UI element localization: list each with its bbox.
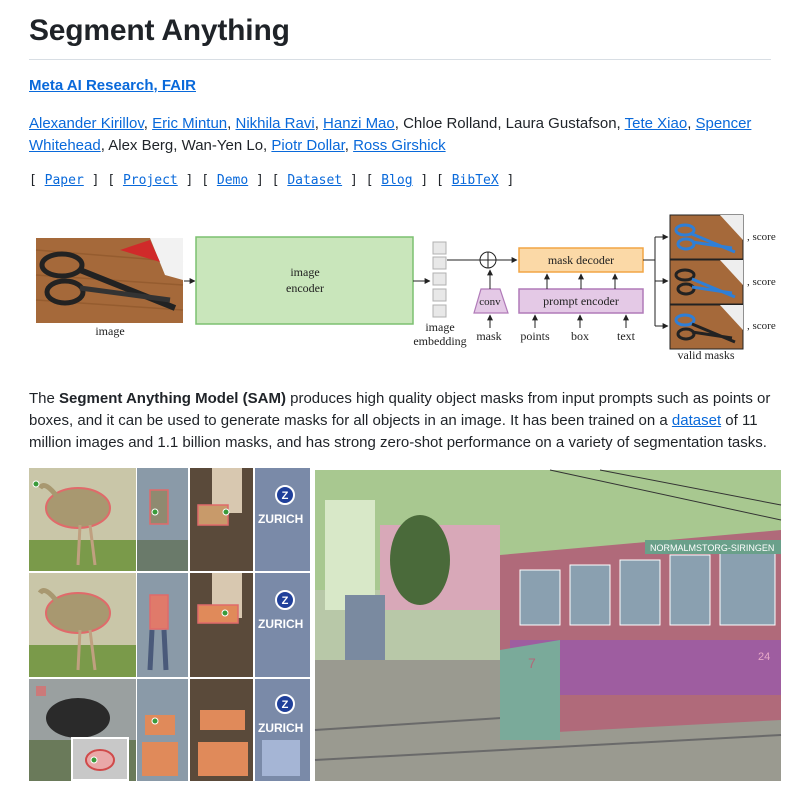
points-label: points [520, 329, 550, 343]
model-name: Segment Anything Model (SAM) [59, 390, 286, 407]
encoder-label-line1: image [290, 265, 319, 279]
score-label-2: , score [747, 276, 776, 288]
embedding-label-line2: embedding [413, 334, 466, 348]
score-label-3: , score [747, 320, 776, 332]
mask-decoder-label: mask decoder [548, 253, 614, 267]
output-mask-1 [669, 214, 744, 260]
text-prompt-label: text [617, 329, 636, 343]
output-mask-2 [669, 259, 744, 305]
encoder-label-line2: encoder [286, 281, 324, 295]
box-label: box [571, 329, 589, 343]
image-embedding-stack [432, 241, 447, 318]
image-label: image [95, 324, 124, 338]
score-label-1: , score [747, 231, 776, 243]
prompt-encoder-label: prompt encoder [543, 294, 619, 308]
embedding-label-line1: image [425, 320, 454, 334]
valid-masks-label: valid masks [678, 348, 735, 362]
inline-dataset-link[interactable]: dataset [672, 412, 721, 429]
mask-input-label: mask [476, 329, 501, 343]
conv-label: conv [479, 296, 501, 308]
output-mask-3 [669, 304, 744, 350]
description-paragraph: The Segment Anything Model (SAM) produce… [29, 388, 771, 454]
description-intro: The [29, 390, 60, 407]
input-image-thumbnail [35, 238, 184, 323]
